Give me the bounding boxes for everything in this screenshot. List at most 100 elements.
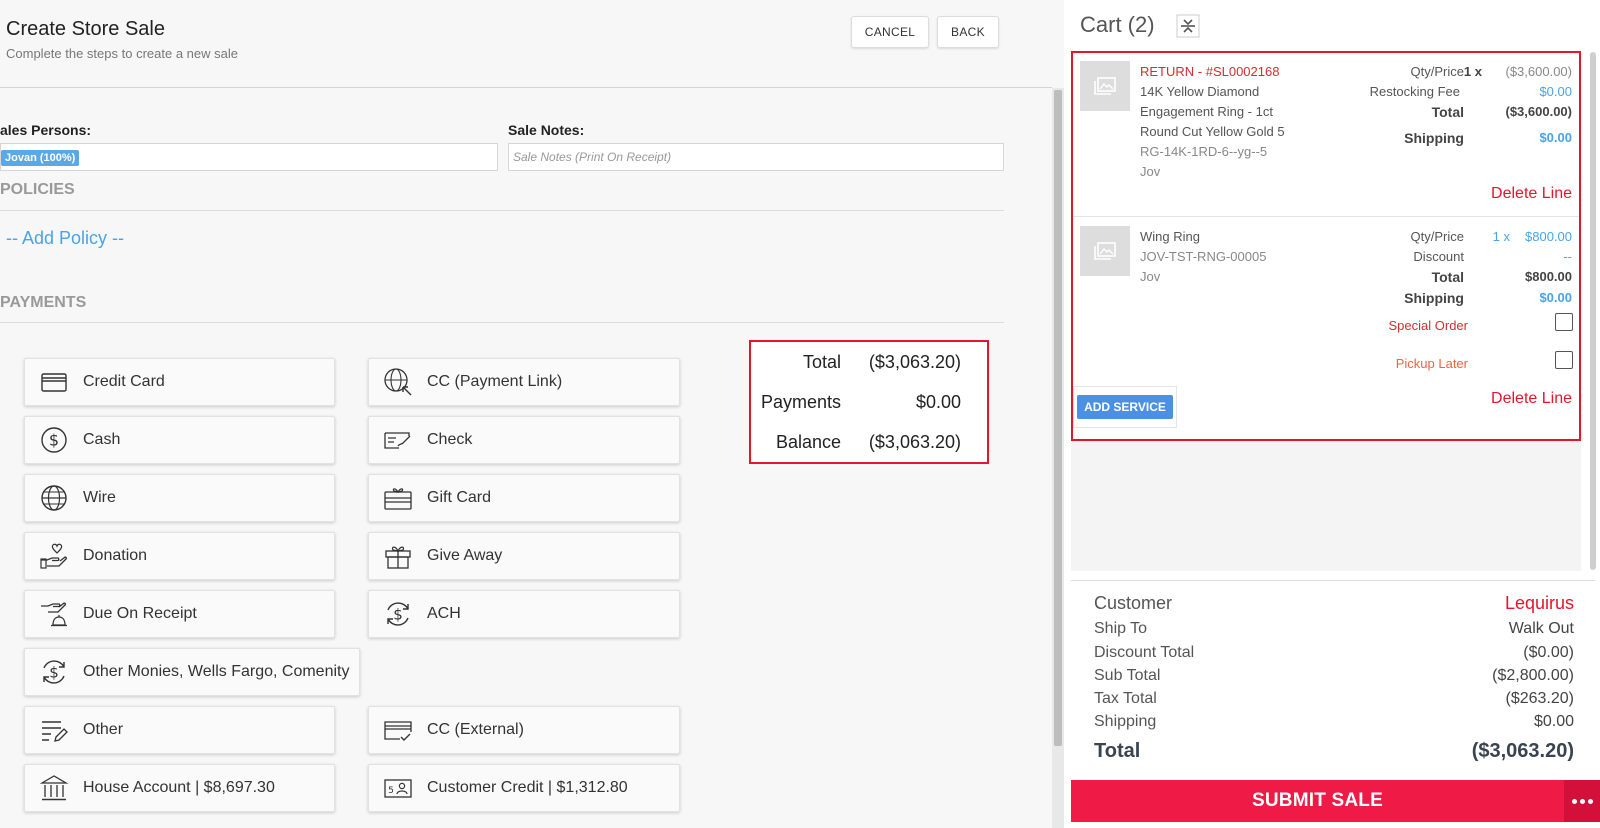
pay-check-button[interactable]: Check <box>368 416 680 464</box>
sales-person-chip[interactable]: Jovan (100%) <box>1 150 80 166</box>
pay-other-monies-button[interactable]: $ Other Monies, Wells Fargo, Comenity <box>24 648 360 696</box>
cancel-button[interactable]: CANCEL <box>851 16 929 48</box>
product-image <box>1080 226 1130 276</box>
price-value[interactable]: ($3,600.00) <box>1506 64 1573 79</box>
gift-icon <box>385 546 411 569</box>
payments-title: PAYMENTS <box>0 294 87 311</box>
pay-house-account-button[interactable]: House Account | $8,697.30 <box>24 764 335 812</box>
product-image <box>1080 61 1130 111</box>
shipping-label: Shipping <box>1094 713 1157 730</box>
qty-value[interactable]: 1 x <box>1493 229 1510 244</box>
add-service-button[interactable]: ADD SERVICE <box>1077 395 1173 419</box>
item-shipping-label: Shipping <box>1404 130 1464 146</box>
card-check-icon <box>384 721 412 741</box>
submit-sale-button[interactable]: SUBMIT SALE <box>1071 780 1564 822</box>
totals-total-row: Total ($3,063.20) <box>751 352 987 376</box>
cart-panel: Cart (2) RETURN - #SL0002168 14K Yellow … <box>1064 0 1600 828</box>
item-shipping-value[interactable]: $0.00 <box>1539 290 1572 305</box>
image-placeholder-icon <box>1094 242 1116 260</box>
pay-method-label: Credit Card <box>83 373 165 390</box>
pay-method-label: Donation <box>83 547 148 564</box>
pickup-later-label: Pickup Later <box>1395 356 1468 371</box>
qty-price-label: Qty/Price <box>1410 64 1464 79</box>
summary-tax-row: Tax Total ($263.20) <box>1094 690 1574 710</box>
cart-item-sku: JOV-TST-RNG-00005 <box>1140 249 1267 264</box>
pay-method-label: Check <box>427 431 473 448</box>
special-order-checkbox[interactable] <box>1555 313 1573 331</box>
cart-item-name: Wing Ring <box>1140 229 1200 244</box>
delete-line-button[interactable]: Delete Line <box>1491 185 1572 203</box>
pay-donation-button[interactable]: Donation <box>24 532 335 580</box>
special-order-label: Special Order <box>1388 318 1468 333</box>
ship-to-label: Ship To <box>1094 620 1148 637</box>
sales-persons-field[interactable]: Jovan (100%) <box>0 143 498 171</box>
customer-value[interactable]: Lequirus <box>1505 593 1574 614</box>
totals-payments-value: $0.00 <box>915 392 961 412</box>
pay-other-button[interactable]: Other <box>24 706 335 754</box>
main-scrollbar-thumb[interactable] <box>1054 90 1062 746</box>
discount-total-value[interactable]: ($0.00) <box>1523 644 1574 662</box>
discount-total-label: Discount Total <box>1094 644 1195 661</box>
pay-cash-button[interactable]: $ Cash <box>24 416 335 464</box>
more-options-button[interactable] <box>1564 780 1600 822</box>
totals-payments-row: Payments $0.00 <box>751 392 987 416</box>
pay-method-label: Wire <box>83 489 116 506</box>
collapse-icon[interactable] <box>1176 14 1200 38</box>
cart-item-return-tag[interactable]: RETURN - #SL0002168 <box>1140 64 1279 79</box>
heart-hand-icon <box>40 543 67 569</box>
pay-method-label: CC (Payment Link) <box>427 373 563 390</box>
cart-scrollbar-thumb[interactable] <box>1590 52 1596 570</box>
restocking-fee-label: Restocking Fee <box>1369 84 1460 99</box>
hand-bell-icon <box>41 602 67 627</box>
customer-label: Customer <box>1094 593 1173 613</box>
discount-value[interactable]: -- <box>1563 249 1572 264</box>
cart-item-divider <box>1073 216 1579 217</box>
globe-link-icon <box>384 368 412 396</box>
pay-credit-card-button[interactable]: Credit Card <box>24 358 335 406</box>
totals-total-value: ($3,063.20) <box>868 352 961 372</box>
sale-notes-input[interactable]: Sale Notes (Print On Receipt) <box>508 143 1004 171</box>
pay-method-label: Give Away <box>427 547 503 564</box>
delete-line-button[interactable]: Delete Line <box>1491 390 1572 408</box>
cart-item-name-line: Round Cut Yellow Gold 5 <box>1140 124 1285 139</box>
restocking-fee-value[interactable]: $0.00 <box>1539 84 1572 99</box>
qty-price-label: Qty/Price <box>1410 229 1464 244</box>
main-scrollbar[interactable] <box>1052 88 1064 828</box>
summary-shipping-row: Shipping $0.00 <box>1094 713 1574 733</box>
page-subtitle: Complete the steps to create a new sale <box>6 46 238 61</box>
pay-ach-button[interactable]: $ ACH <box>368 590 680 638</box>
qty-value[interactable]: 1 x <box>1464 64 1482 79</box>
tax-total-label: Tax Total <box>1094 690 1157 707</box>
cart-scrollbar[interactable] <box>1588 52 1598 570</box>
page-title: Create Store Sale <box>6 18 165 40</box>
pickup-later-checkbox[interactable] <box>1555 351 1573 369</box>
pay-give-away-button[interactable]: Give Away <box>368 532 680 580</box>
image-placeholder-icon <box>1094 77 1116 95</box>
cart-item-name-line: 14K Yellow Diamond <box>1140 84 1260 99</box>
item-shipping-value[interactable]: $0.00 <box>1539 130 1572 145</box>
list-pen-icon <box>42 721 68 742</box>
pay-cc-payment-link-button[interactable]: CC (Payment Link) <box>368 358 680 406</box>
pay-method-label: CC (External) <box>427 721 524 738</box>
pay-due-on-receipt-button[interactable]: Due On Receipt <box>24 590 335 638</box>
pay-wire-button[interactable]: Wire <box>24 474 335 522</box>
summary-total-row: Total ($3,063.20) <box>1094 740 1574 762</box>
totals-balance-label: Balance <box>775 432 841 452</box>
pay-gift-card-button[interactable]: Gift Card <box>368 474 680 522</box>
pay-customer-credit-button[interactable]: 5 Customer Credit | $1,312.80 <box>368 764 680 812</box>
price-value[interactable]: $800.00 <box>1525 229 1572 244</box>
tax-total-value[interactable]: ($263.20) <box>1506 690 1575 708</box>
cart-item-sku: RG-14K-1RD-6--yg--5 <box>1140 144 1268 159</box>
pay-cc-external-button[interactable]: CC (External) <box>368 706 680 754</box>
ship-to-value[interactable]: Walk Out <box>1509 620 1574 638</box>
sale-notes-placeholder: Sale Notes (Print On Receipt) <box>513 150 672 164</box>
add-policy-link[interactable]: -- Add Policy -- <box>6 228 124 249</box>
summary-customer-row: Customer Lequirus <box>1094 593 1574 613</box>
cart-item-name-line: Engagement Ring - 1ct <box>1140 104 1273 119</box>
grand-total-label: Total <box>1094 740 1141 762</box>
back-button[interactable]: BACK <box>937 16 999 48</box>
item-shipping-label: Shipping <box>1404 290 1464 306</box>
pay-method-label: ACH <box>427 605 461 622</box>
summary-ship-to-row: Ship To Walk Out <box>1094 620 1574 640</box>
grand-total-value: ($3,063.20) <box>1471 740 1574 762</box>
